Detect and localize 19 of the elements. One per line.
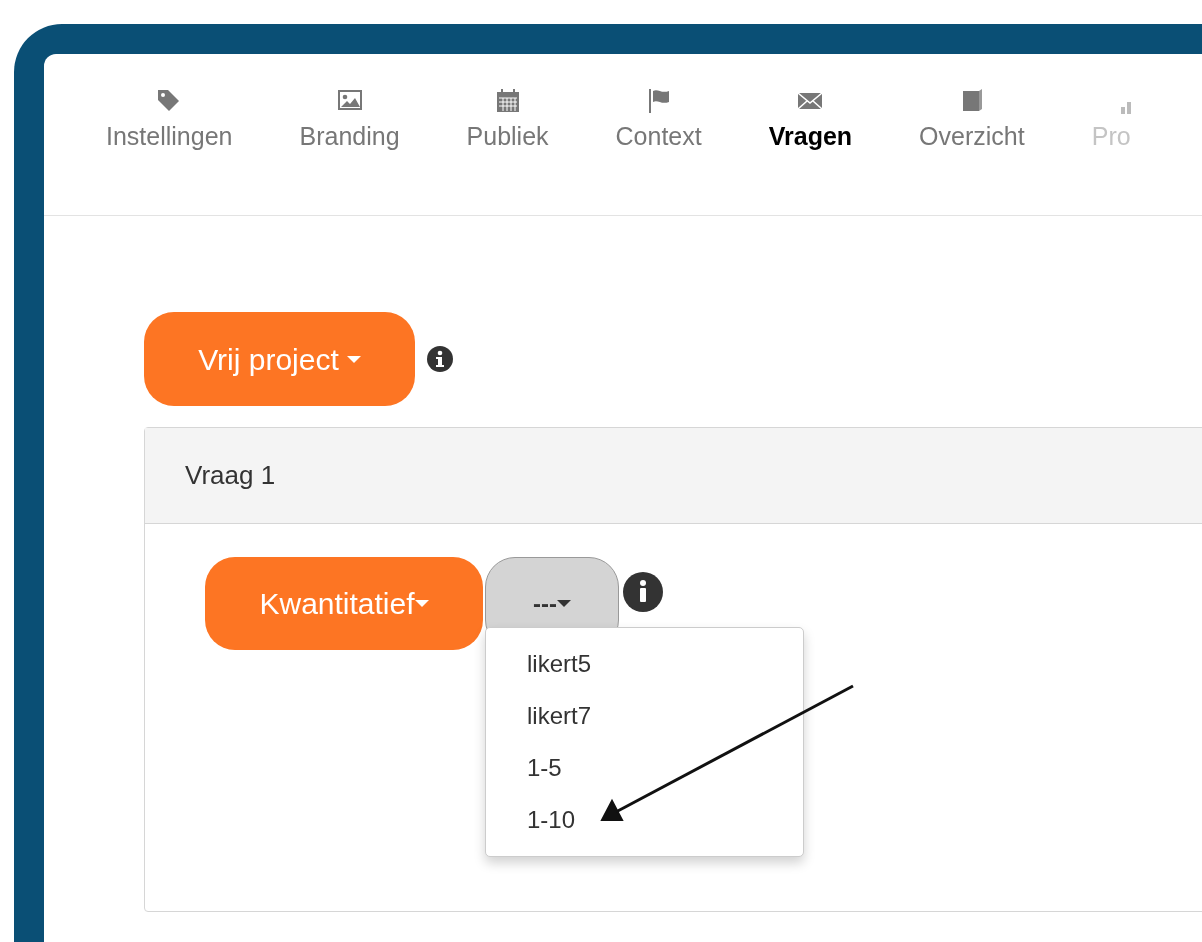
nav-tab[interactable]: Context bbox=[615, 88, 702, 215]
info-icon[interactable] bbox=[427, 346, 453, 372]
nav-tab[interactable]: Publiek bbox=[466, 88, 549, 215]
caret-icon bbox=[557, 600, 571, 607]
nav-tab[interactable]: Branding bbox=[299, 88, 400, 215]
caret-icon bbox=[414, 600, 429, 607]
calendar-icon bbox=[494, 88, 521, 114]
nav-tab[interactable]: Instellingen bbox=[106, 88, 233, 215]
project-dropdown-button[interactable]: Vrij project bbox=[144, 312, 415, 406]
menu-item[interactable]: 1-10 bbox=[486, 794, 803, 846]
bar-chart-icon bbox=[1120, 102, 1131, 114]
menu-item[interactable]: likert7 bbox=[486, 690, 803, 742]
question-title: Vraag 1 bbox=[185, 459, 276, 492]
info-icon[interactable] bbox=[623, 572, 663, 612]
nav-tab[interactable]: Vragen bbox=[768, 88, 853, 215]
type-dropdown-button[interactable]: Kwantitatief bbox=[205, 557, 483, 650]
nav-tab[interactable]: Overzicht bbox=[919, 88, 1025, 215]
menu-item[interactable]: 1-5 bbox=[486, 742, 803, 794]
caret-icon bbox=[346, 355, 361, 363]
